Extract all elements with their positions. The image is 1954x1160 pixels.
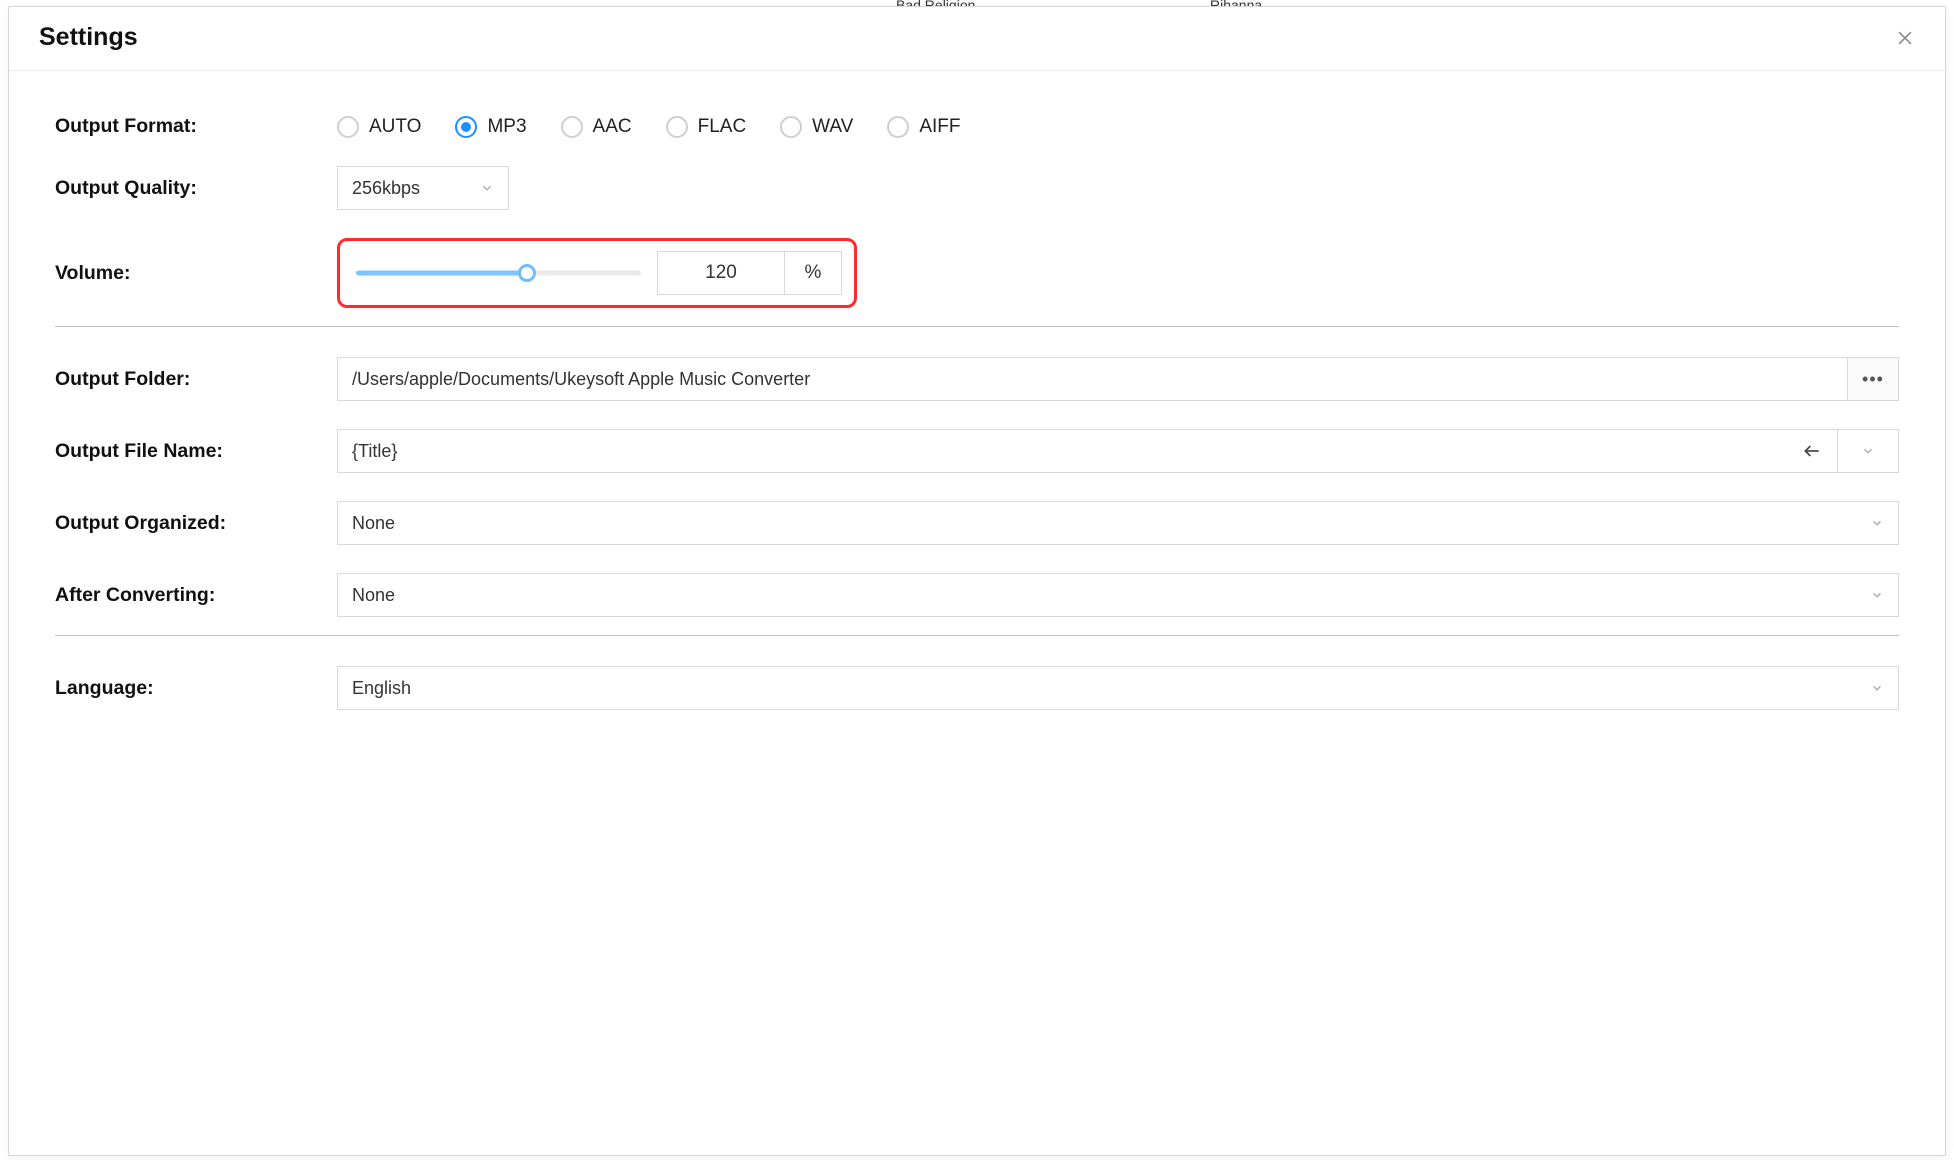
label-output-quality: Output Quality:	[55, 177, 337, 200]
after-converting-value: None	[352, 585, 395, 606]
chevron-down-icon	[1870, 588, 1884, 602]
label-after-converting: After Converting:	[55, 584, 337, 607]
row-output-organized: Output Organized: None	[55, 501, 1899, 545]
radio-circle	[561, 116, 583, 138]
row-volume: Volume: %	[55, 238, 1899, 308]
volume-highlight-box: %	[337, 238, 857, 308]
label-volume: Volume:	[55, 262, 337, 285]
output-organized-value: None	[352, 513, 395, 534]
radio-label: AIFF	[919, 116, 960, 138]
radio-aiff[interactable]: AIFF	[887, 116, 960, 138]
radio-label: MP3	[487, 116, 526, 138]
label-output-folder: Output Folder:	[55, 368, 337, 391]
radio-auto[interactable]: AUTO	[337, 116, 421, 138]
volume-input[interactable]	[657, 251, 785, 295]
output-folder-wrap: •••	[337, 357, 1899, 401]
modal-title: Settings	[39, 23, 138, 52]
output-folder-input[interactable]	[337, 357, 1848, 401]
radio-circle	[887, 116, 909, 138]
modal-header: Settings	[9, 7, 1945, 71]
radio-label: AAC	[593, 116, 632, 138]
output-quality-value: 256kbps	[352, 178, 420, 199]
browse-folder-button[interactable]: •••	[1847, 357, 1899, 401]
modal-body: Output Format: AUTO MP3 AAC FLAC WAV AIFF Out…	[9, 71, 1945, 1155]
volume-unit: %	[784, 251, 842, 295]
after-converting-select[interactable]: None	[337, 573, 1899, 617]
label-output-filename: Output File Name:	[55, 440, 337, 463]
radio-circle	[337, 116, 359, 138]
output-organized-select[interactable]: None	[337, 501, 1899, 545]
row-output-filename: Output File Name: {Title}	[55, 429, 1899, 473]
radio-circle	[666, 116, 688, 138]
chevron-down-icon	[1870, 681, 1884, 695]
divider	[55, 635, 1899, 636]
divider	[55, 326, 1899, 327]
chevron-down-icon	[1870, 516, 1884, 530]
label-output-organized: Output Organized:	[55, 512, 337, 535]
language-value: English	[352, 678, 411, 699]
output-filename-wrap: {Title}	[337, 429, 1899, 473]
label-language: Language:	[55, 677, 337, 700]
label-output-format: Output Format:	[55, 115, 337, 138]
filename-dropdown-button[interactable]	[1837, 429, 1899, 473]
radio-flac[interactable]: FLAC	[666, 116, 747, 138]
volume-slider[interactable]	[356, 263, 641, 283]
slider-thumb[interactable]	[518, 264, 536, 282]
radio-mp3[interactable]: MP3	[455, 116, 526, 138]
language-select[interactable]: English	[337, 666, 1899, 710]
output-filename-input[interactable]: {Title}	[337, 429, 1838, 473]
close-button[interactable]	[1891, 24, 1919, 52]
chevron-down-icon	[1861, 444, 1875, 458]
slider-fill	[356, 271, 527, 276]
row-after-converting: After Converting: None	[55, 573, 1899, 617]
row-output-quality: Output Quality: 256kbps	[55, 166, 1899, 210]
settings-modal: Settings Output Format: AUTO MP3 AAC FLAC WA…	[8, 6, 1946, 1156]
arrow-left-icon[interactable]	[1801, 440, 1823, 462]
radio-label: WAV	[812, 116, 853, 138]
row-language: Language: English	[55, 666, 1899, 710]
row-output-folder: Output Folder: •••	[55, 357, 1899, 401]
close-icon	[1895, 28, 1915, 48]
output-quality-select[interactable]: 256kbps	[337, 166, 509, 210]
radio-circle	[780, 116, 802, 138]
ellipsis-icon: •••	[1862, 369, 1884, 390]
output-format-radios: AUTO MP3 AAC FLAC WAV AIFF	[337, 116, 961, 138]
radio-aac[interactable]: AAC	[561, 116, 632, 138]
radio-label: FLAC	[698, 116, 747, 138]
radio-label: AUTO	[369, 116, 421, 138]
radio-wav[interactable]: WAV	[780, 116, 853, 138]
row-output-format: Output Format: AUTO MP3 AAC FLAC WAV AIFF	[55, 115, 1899, 138]
radio-circle	[455, 116, 477, 138]
output-filename-value: {Title}	[352, 441, 397, 462]
chevron-down-icon	[480, 181, 494, 195]
